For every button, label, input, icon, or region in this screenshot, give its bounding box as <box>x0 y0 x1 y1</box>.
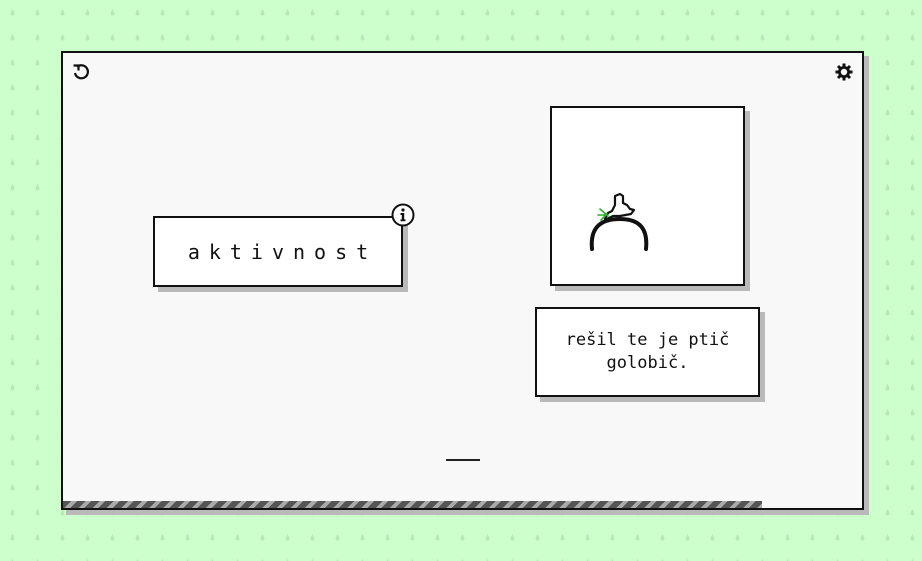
sentence-card: rešil te je ptič golobič. <box>535 307 760 397</box>
word-card[interactable]: aktivnost <box>153 216 403 287</box>
gear-icon <box>835 63 853 81</box>
info-button[interactable] <box>391 203 415 227</box>
restart-icon <box>73 64 89 80</box>
progress-bar <box>63 501 763 508</box>
answer-blank[interactable] <box>446 459 480 461</box>
illustration-card <box>550 106 745 286</box>
bird-on-arch-icon <box>589 192 649 251</box>
info-icon <box>391 203 415 227</box>
restart-button[interactable] <box>71 62 91 82</box>
game-card: aktivnost rešil te je ptič golobič. <box>61 51 864 510</box>
settings-button[interactable] <box>834 62 854 82</box>
sentence-text: rešil te je ptič golobič. <box>565 330 730 373</box>
word-text: aktivnost <box>187 239 378 264</box>
